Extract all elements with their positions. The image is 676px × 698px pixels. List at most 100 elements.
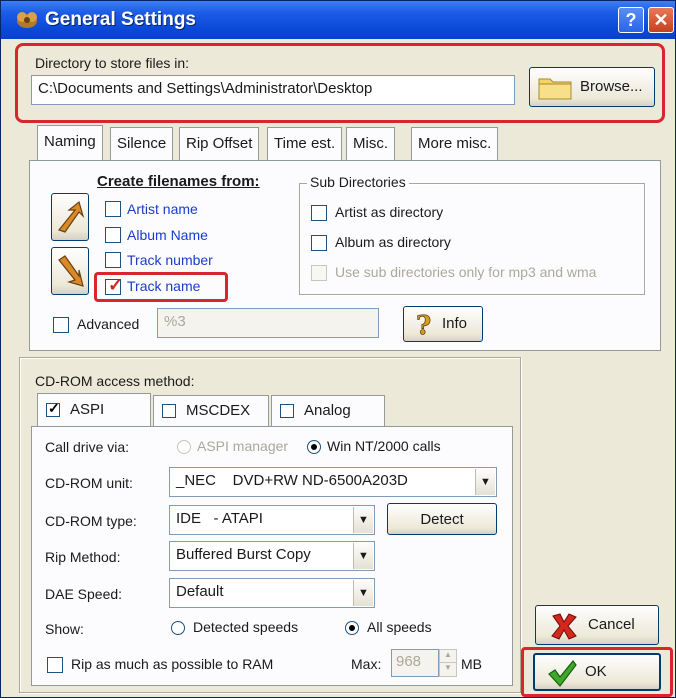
- cancel-label: Cancel: [588, 616, 635, 633]
- chevron-down-icon[interactable]: ▼: [353, 543, 373, 569]
- chevron-down-icon[interactable]: ▼: [475, 469, 495, 495]
- create-filenames-heading: Create filenames from:: [97, 173, 260, 190]
- tab-naming-label: Naming: [44, 133, 96, 150]
- cancel-button[interactable]: Cancel: [535, 605, 659, 645]
- question-icon: ?: [416, 312, 432, 338]
- artist-name-checkbox[interactable]: [105, 201, 121, 217]
- general-settings-window: General Settings ? ✕ Directory to store …: [0, 0, 676, 698]
- svg-text:?: ?: [416, 312, 431, 338]
- info-button[interactable]: ? Info: [403, 306, 483, 342]
- all-speeds-radio[interactable]: [345, 621, 359, 635]
- show-label: Show:: [45, 621, 84, 637]
- tab-time-est-label: Time est.: [274, 135, 336, 152]
- cdrom-type-select[interactable]: IDE - ATAPI ▼: [169, 505, 375, 535]
- tab-misc-label: Misc.: [353, 135, 388, 152]
- browse-button[interactable]: Browse...: [529, 67, 655, 107]
- cdrom-title: CD-ROM access method:: [35, 373, 195, 389]
- tab-mscdex[interactable]: MSCDEX: [153, 395, 269, 427]
- tab-silence[interactable]: Silence: [110, 127, 174, 161]
- artist-name-label: Artist name: [127, 201, 198, 217]
- ok-button[interactable]: OK: [533, 653, 661, 691]
- tab-aspi[interactable]: ✓ ASPI: [37, 393, 151, 427]
- rip-to-ram-label: Rip as much as possible to RAM: [71, 656, 274, 672]
- rip-to-ram-checkbox[interactable]: [47, 657, 63, 673]
- tab-time-est[interactable]: Time est.: [267, 127, 343, 161]
- rip-method-label: Rip Method:: [45, 549, 121, 565]
- track-number-checkbox[interactable]: [105, 252, 121, 268]
- help-button[interactable]: ?: [618, 7, 644, 33]
- title-bar[interactable]: General Settings ? ✕: [1, 1, 675, 39]
- checkmark-icon: ✓: [108, 275, 124, 295]
- max-label: Max:: [351, 656, 382, 672]
- album-dir-checkbox[interactable]: [311, 235, 327, 251]
- mp3-only-checkbox[interactable]: [311, 265, 327, 281]
- window-title: General Settings: [45, 9, 196, 30]
- advanced-checkbox[interactable]: [53, 317, 69, 333]
- spin-down-icon[interactable]: ▼: [440, 663, 456, 676]
- artist-dir-label: Artist as directory: [335, 204, 444, 220]
- app-icon: [17, 12, 37, 28]
- folder-icon: [538, 78, 572, 100]
- track-name-checkbox[interactable]: ✓: [105, 275, 123, 295]
- max-ram-field[interactable]: 968: [391, 649, 439, 677]
- tab-rip-offset[interactable]: Rip Offset: [179, 127, 260, 161]
- ok-label: OK: [585, 663, 607, 680]
- track-number-label: Track number: [127, 252, 213, 268]
- move-down-button[interactable]: [51, 247, 89, 295]
- mscdex-checkbox[interactable]: [162, 404, 176, 418]
- detect-label: Detect: [420, 511, 464, 528]
- detected-speeds-label: Detected speeds: [193, 619, 299, 635]
- tab-naming[interactable]: Naming: [37, 125, 103, 161]
- album-name-checkbox[interactable]: [105, 227, 121, 243]
- chevron-down-icon[interactable]: ▼: [353, 580, 373, 606]
- tab-silence-label: Silence: [117, 135, 167, 152]
- mb-label: MB: [461, 656, 482, 672]
- tab-more-misc[interactable]: More misc.: [411, 127, 499, 161]
- close-button[interactable]: ✕: [648, 7, 674, 33]
- detect-button[interactable]: Detect: [387, 503, 497, 535]
- cdrom-unit-label: CD-ROM unit:: [45, 475, 133, 491]
- rip-method-select[interactable]: Buffered Burst Copy ▼: [169, 541, 375, 571]
- max-ram-spinner[interactable]: ▲ ▼: [439, 649, 457, 677]
- detected-speeds-radio[interactable]: [171, 621, 185, 635]
- advanced-label: Advanced: [77, 316, 140, 332]
- advanced-format-field[interactable]: %3: [157, 308, 379, 338]
- directory-label: Directory to store files in:: [35, 55, 190, 71]
- dae-speed-label: DAE Speed:: [45, 586, 123, 602]
- rip-method-value: Buffered Burst Copy: [176, 546, 311, 563]
- tab-analog[interactable]: Analog: [271, 395, 385, 427]
- cdrom-unit-value: _NEC DVD+RW ND-6500A203D: [176, 472, 408, 489]
- mp3-only-label: Use sub directories only for mp3 and wma: [335, 264, 597, 280]
- arrow-up-icon: [57, 200, 85, 233]
- checkmark-icon: ✓: [48, 400, 60, 416]
- dae-speed-select[interactable]: Default ▼: [169, 578, 375, 608]
- cancel-x-icon: [551, 613, 577, 640]
- aspi-manager-radio[interactable]: [177, 440, 191, 454]
- tab-more-misc-label: More misc.: [418, 135, 492, 152]
- check-icon: [548, 660, 577, 687]
- winnt-calls-radio[interactable]: [307, 440, 321, 454]
- info-label: Info: [442, 315, 468, 332]
- aspi-manager-label: ASPI manager: [197, 438, 289, 454]
- cdrom-unit-select[interactable]: _NEC DVD+RW ND-6500A203D ▼: [169, 467, 497, 497]
- move-up-button[interactable]: [51, 193, 89, 241]
- all-speeds-label: All speeds: [367, 619, 432, 635]
- tab-analog-label: Analog: [304, 402, 351, 419]
- artist-dir-checkbox[interactable]: [311, 205, 327, 221]
- tab-rip-offset-label: Rip Offset: [186, 135, 253, 152]
- arrow-down-icon: [58, 255, 84, 287]
- directory-path-field[interactable]: C:\Documents and Settings\Administrator\…: [31, 75, 515, 105]
- chevron-down-icon[interactable]: ▼: [353, 507, 373, 533]
- call-drive-label: Call drive via:: [45, 439, 130, 455]
- aspi-checkbox[interactable]: ✓: [46, 400, 60, 417]
- sub-directories-title: Sub Directories: [307, 174, 409, 190]
- browse-label: Browse...: [580, 78, 643, 95]
- track-name-label: Track name: [127, 278, 201, 294]
- winnt-calls-label: Win NT/2000 calls: [327, 438, 441, 454]
- spin-up-icon[interactable]: ▲: [440, 650, 456, 663]
- tab-mscdex-label: MSCDEX: [186, 402, 251, 419]
- cdrom-type-value: IDE - ATAPI: [176, 510, 263, 527]
- album-name-label: Album Name: [127, 227, 208, 243]
- analog-checkbox[interactable]: [280, 404, 294, 418]
- tab-misc[interactable]: Misc.: [346, 127, 395, 161]
